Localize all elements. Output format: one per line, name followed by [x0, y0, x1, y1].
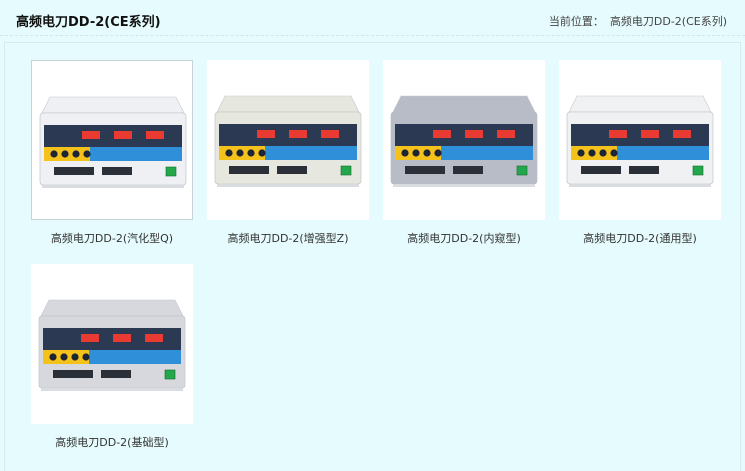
socket-icon: [82, 353, 90, 361]
electrosurgical-unit-icon: [38, 299, 186, 391]
breadcrumb-label: 当前位置：: [548, 15, 604, 28]
device-base: [569, 184, 711, 187]
socket-icon: [258, 149, 266, 157]
power-button-icon: [165, 166, 177, 177]
socket-icon: [412, 149, 420, 157]
output-panel-blue: [265, 146, 357, 160]
product-card-vaporization[interactable]: 高频电刀DD-2(汽化型Q): [31, 60, 193, 246]
socket-icon: [50, 150, 58, 158]
segment-display: [113, 334, 131, 342]
product-name[interactable]: 高频电刀DD-2(通用型): [559, 230, 721, 246]
socket-icon: [71, 353, 79, 361]
segment-display: [497, 130, 515, 138]
page-title: 高频电刀DD-2(CE系列): [16, 15, 161, 30]
vent-slot: [102, 167, 132, 175]
device-base: [217, 184, 359, 187]
vent-slot: [629, 166, 659, 174]
device-lid: [41, 96, 185, 114]
power-button-icon: [692, 165, 704, 176]
socket-icon: [83, 150, 91, 158]
device-base: [393, 184, 535, 187]
segment-display: [114, 131, 132, 139]
socket-icon: [49, 353, 57, 361]
segment-display: [289, 130, 307, 138]
electrosurgical-unit-icon: [214, 95, 362, 187]
vent-slot: [54, 167, 94, 175]
vent-slot: [277, 166, 307, 174]
socket-icon: [61, 150, 69, 158]
product-image[interactable]: [207, 60, 369, 220]
electrosurgical-unit-icon: [566, 95, 714, 187]
segment-display: [146, 131, 164, 139]
vent-slot: [229, 166, 269, 174]
product-image[interactable]: [383, 60, 545, 220]
segment-display: [257, 130, 275, 138]
power-button-icon: [164, 369, 176, 380]
product-name[interactable]: 高频电刀DD-2(增强型Z): [207, 230, 369, 246]
segment-display: [145, 334, 163, 342]
power-button-icon: [340, 165, 352, 176]
device-lid: [392, 95, 536, 113]
segment-display: [609, 130, 627, 138]
vent-slot: [581, 166, 621, 174]
electrosurgical-unit-icon: [39, 96, 187, 188]
segment-display: [433, 130, 451, 138]
segment-display: [81, 334, 99, 342]
device-base: [41, 388, 183, 391]
output-panel-blue: [441, 146, 533, 160]
product-card-basic[interactable]: 高频电刀DD-2(基础型): [31, 264, 193, 450]
socket-icon: [236, 149, 244, 157]
product-name[interactable]: 高频电刀DD-2(基础型): [31, 434, 193, 450]
product-name[interactable]: 高频电刀DD-2(汽化型Q): [31, 230, 193, 246]
breadcrumb: 当前位置： 高频电刀DD-2(CE系列): [549, 13, 727, 29]
product-card-general[interactable]: 高频电刀DD-2(通用型): [559, 60, 721, 246]
segment-display: [641, 130, 659, 138]
electrosurgical-unit-icon: [390, 95, 538, 187]
socket-icon: [599, 149, 607, 157]
device-base: [42, 185, 184, 188]
device-lid: [40, 299, 184, 317]
segment-display: [673, 130, 691, 138]
product-card-enhanced[interactable]: 高频电刀DD-2(增强型Z): [207, 60, 369, 246]
output-panel-blue: [617, 146, 709, 160]
socket-icon: [610, 149, 618, 157]
socket-icon: [225, 149, 233, 157]
socket-icon: [247, 149, 255, 157]
device-lid: [216, 95, 360, 113]
vent-slot: [405, 166, 445, 174]
product-image[interactable]: [559, 60, 721, 220]
product-grid: 高频电刀DD-2(汽化型Q) 高频电刀DD-2(增强型Z) 高频电刀DD-2(内…: [4, 42, 741, 471]
segment-display: [321, 130, 339, 138]
vent-slot: [453, 166, 483, 174]
socket-icon: [588, 149, 596, 157]
vent-slot: [101, 370, 131, 378]
product-image[interactable]: [31, 60, 193, 220]
product-name[interactable]: 高频电刀DD-2(内窥型): [383, 230, 545, 246]
vent-slot: [53, 370, 93, 378]
output-panel-blue: [89, 350, 181, 364]
segment-display: [82, 131, 100, 139]
device-lid: [568, 95, 712, 113]
power-button-icon: [516, 165, 528, 176]
output-panel-blue: [90, 147, 182, 161]
socket-icon: [577, 149, 585, 157]
socket-icon: [423, 149, 431, 157]
socket-icon: [401, 149, 409, 157]
socket-icon: [434, 149, 442, 157]
product-card-endoscopic[interactable]: 高频电刀DD-2(内窥型): [383, 60, 545, 246]
socket-icon: [72, 150, 80, 158]
segment-display: [465, 130, 483, 138]
socket-icon: [60, 353, 68, 361]
page-header: 高频电刀DD-2(CE系列) 当前位置： 高频电刀DD-2(CE系列): [0, 0, 745, 36]
product-image[interactable]: [31, 264, 193, 424]
breadcrumb-current-link[interactable]: 高频电刀DD-2(CE系列): [610, 15, 727, 28]
